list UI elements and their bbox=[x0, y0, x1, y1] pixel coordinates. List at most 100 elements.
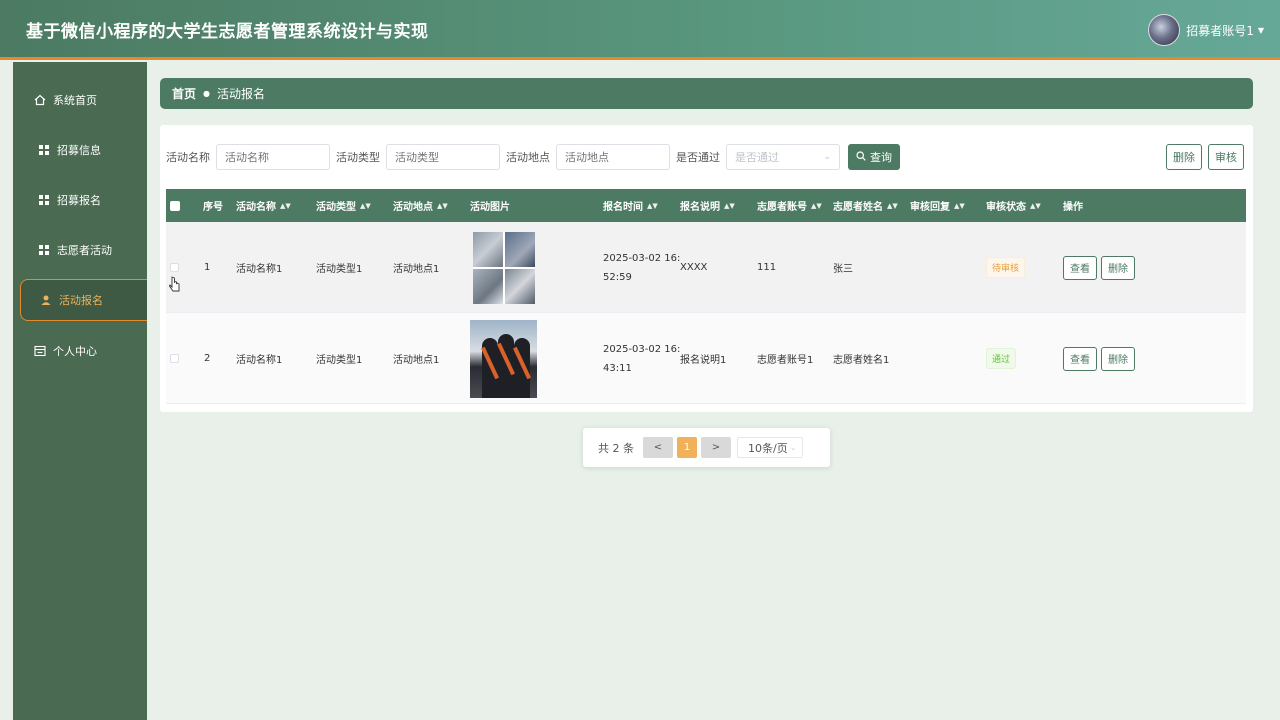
cell-signup-time: 2025-03-02 16:52:59 bbox=[603, 252, 681, 283]
row-checkbox[interactable] bbox=[170, 222, 179, 313]
sort-icon[interactable]: ▲▼ bbox=[360, 202, 371, 210]
sidebar-item-recruit-signup[interactable]: 招募报名 bbox=[19, 180, 147, 220]
col-label: 审核回复 bbox=[910, 202, 950, 213]
activity-image[interactable] bbox=[473, 231, 535, 304]
delete-button[interactable]: 删除 bbox=[1101, 346, 1135, 371]
grid-icon bbox=[37, 195, 51, 205]
sort-icon[interactable]: ▲▼ bbox=[887, 202, 898, 210]
cell-activity-place: 活动地点1 bbox=[393, 264, 440, 275]
dot-icon: ● bbox=[203, 89, 210, 98]
sort-icon[interactable]: ▲▼ bbox=[811, 202, 822, 210]
cell-signup-desc: 报名说明1 bbox=[680, 355, 727, 366]
col-activity-name[interactable]: 活动名称 ▲▼ bbox=[236, 189, 291, 222]
avatar[interactable] bbox=[1148, 14, 1181, 46]
cell-volunteer-name: 志愿者姓名1 bbox=[833, 355, 890, 366]
cell-index: 1 bbox=[204, 262, 211, 273]
col-audit-reply[interactable]: 审核回复 ▲▼ bbox=[910, 189, 965, 222]
col-signup-desc[interactable]: 报名说明 ▲▼ bbox=[680, 189, 735, 222]
activity-place-label: 活动地点 bbox=[506, 151, 550, 164]
activity-place-input[interactable] bbox=[556, 144, 670, 170]
batch-delete-button[interactable]: 删除 bbox=[1166, 144, 1202, 170]
cell-activity-image[interactable] bbox=[470, 313, 537, 404]
sidebar-item-volunteer-activity[interactable]: 志愿者活动 bbox=[19, 230, 147, 270]
delete-button[interactable]: 删除 bbox=[1101, 255, 1135, 280]
cell-signup-time: 2025-03-02 16:43:11 bbox=[603, 343, 681, 374]
sidebar-item-label: 个人中心 bbox=[53, 345, 97, 358]
sidebar-item-home[interactable]: 系统首页 bbox=[19, 80, 147, 120]
profile-icon bbox=[33, 345, 47, 357]
mouse-cursor-icon bbox=[168, 276, 181, 298]
breadcrumb-home[interactable]: 首页 bbox=[172, 85, 196, 102]
batch-audit-button[interactable]: 审核 bbox=[1208, 144, 1244, 170]
col-volunteer-name[interactable]: 志愿者姓名 ▲▼ bbox=[833, 189, 898, 222]
cell-actions: 查看 删除 bbox=[1063, 313, 1139, 404]
checkbox[interactable] bbox=[170, 200, 180, 211]
activity-type-label: 活动类型 bbox=[336, 151, 380, 164]
cell-volunteer-account: 志愿者账号1 bbox=[757, 355, 814, 366]
app-header: 基于微信小程序的大学生志愿者管理系统设计与实现 招募者账号1 ▼ bbox=[0, 0, 1280, 60]
table-row: 1 活动名称1 活动类型1 活动地点1 2025-03-02 16:52:59 … bbox=[166, 222, 1246, 313]
col-activity-place[interactable]: 活动地点 ▲▼ bbox=[393, 189, 448, 222]
col-volunteer-account[interactable]: 志愿者账号 ▲▼ bbox=[757, 189, 822, 222]
user-menu[interactable]: 招募者账号1 ▼ bbox=[1148, 12, 1264, 48]
chevron-down-icon[interactable]: ▼ bbox=[1258, 26, 1264, 35]
cell-activity-type: 活动类型1 bbox=[316, 264, 363, 275]
status-badge: 待审核 bbox=[986, 257, 1026, 278]
page-size-select[interactable]: 10条/页 ⌄ bbox=[737, 437, 803, 458]
checkbox[interactable] bbox=[170, 354, 179, 363]
toolbar: 删除 审核 bbox=[1160, 144, 1244, 170]
grid-icon bbox=[37, 145, 51, 155]
sort-icon[interactable]: ▲▼ bbox=[437, 202, 448, 210]
sidebar-item-label: 招募信息 bbox=[57, 144, 101, 157]
view-button[interactable]: 查看 bbox=[1063, 346, 1097, 371]
search-bar: 活动名称 活动类型 活动地点 是否通过 是否通过 ⌄ 查询 bbox=[166, 144, 900, 170]
view-button[interactable]: 查看 bbox=[1063, 255, 1097, 280]
cell-activity-image[interactable] bbox=[473, 222, 535, 313]
prev-page-button[interactable]: < bbox=[643, 437, 673, 458]
next-page-button[interactable]: > bbox=[701, 437, 731, 458]
table-header: 序号 活动名称 ▲▼ 活动类型 ▲▼ 活动地点 ▲▼ 活动图片 报名时间 ▲▼ 报名说明… bbox=[166, 189, 1246, 222]
activity-name-label: 活动名称 bbox=[166, 151, 210, 164]
col-actions: 操作 bbox=[1063, 202, 1083, 213]
sidebar-item-label: 志愿者活动 bbox=[57, 244, 112, 257]
sidebar-item-profile[interactable]: 个人中心 bbox=[19, 331, 147, 371]
breadcrumb-current: 活动报名 bbox=[217, 87, 266, 101]
col-activity-type[interactable]: 活动类型 ▲▼ bbox=[316, 189, 371, 222]
approved-select[interactable]: 是否通过 ⌄ bbox=[726, 144, 840, 170]
cell-volunteer-account: 111 bbox=[757, 262, 777, 273]
activity-name-input[interactable] bbox=[216, 144, 330, 170]
col-signup-time[interactable]: 报名时间 ▲▼ bbox=[603, 189, 658, 222]
sort-icon[interactable]: ▲▼ bbox=[1030, 202, 1041, 210]
chevron-down-icon: ⌄ bbox=[823, 152, 831, 162]
col-activity-image: 活动图片 bbox=[470, 202, 510, 213]
row-checkbox[interactable] bbox=[170, 313, 179, 404]
col-label: 活动类型 bbox=[316, 202, 356, 213]
sort-icon[interactable]: ▲▼ bbox=[280, 202, 291, 210]
cell-audit-status: 待审核 bbox=[986, 222, 1026, 313]
page-size-value: 10条/页 bbox=[748, 441, 788, 455]
select-all-checkbox[interactable] bbox=[170, 189, 180, 222]
grid-icon bbox=[37, 245, 51, 255]
activity-type-input[interactable] bbox=[386, 144, 500, 170]
cell-audit-status: 通过 bbox=[986, 313, 1017, 404]
col-audit-status[interactable]: 审核状态 ▲▼ bbox=[986, 189, 1041, 222]
sidebar-item-activity-signup[interactable]: 活动报名 bbox=[20, 279, 147, 321]
col-label: 活动地点 bbox=[393, 202, 433, 213]
user-name[interactable]: 招募者账号1 bbox=[1186, 22, 1254, 39]
activity-image[interactable] bbox=[470, 319, 537, 398]
page-number-button[interactable]: 1 bbox=[677, 437, 697, 458]
app-title: 基于微信小程序的大学生志愿者管理系统设计与实现 bbox=[26, 22, 429, 42]
sidebar-item-label: 系统首页 bbox=[53, 94, 97, 107]
sidebar-item-recruit-info[interactable]: 招募信息 bbox=[19, 130, 147, 170]
cell-volunteer-name: 张三 bbox=[833, 264, 853, 275]
table-row: 2 活动名称1 活动类型1 活动地点1 2025-03-02 16:43:11 … bbox=[166, 313, 1246, 404]
cell-signup-desc: XXXX bbox=[680, 262, 708, 273]
sort-icon[interactable]: ▲▼ bbox=[647, 202, 658, 210]
search-button[interactable]: 查询 bbox=[848, 144, 900, 170]
sort-icon[interactable]: ▲▼ bbox=[954, 202, 965, 210]
col-label: 志愿者姓名 bbox=[833, 202, 883, 213]
search-icon bbox=[856, 150, 866, 164]
checkbox[interactable] bbox=[170, 263, 179, 272]
sort-icon[interactable]: ▲▼ bbox=[724, 202, 735, 210]
cell-activity-name: 活动名称1 bbox=[236, 264, 283, 275]
